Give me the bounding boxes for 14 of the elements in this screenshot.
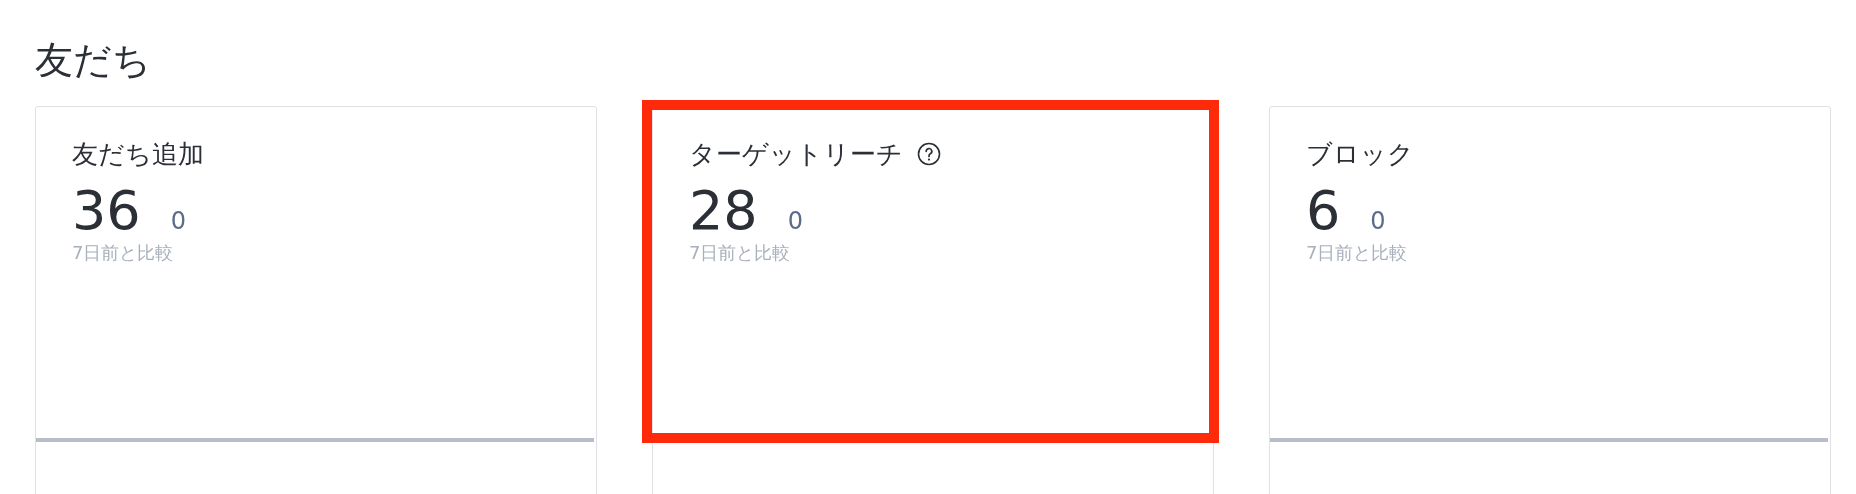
card-label: 友だち追加 [72,137,204,171]
stat-value: 6 [1306,179,1341,242]
comparison-note: 7日前と比較 [1306,241,1408,265]
change-value: 0 [1370,207,1386,235]
card-label: ブロック [1306,137,1414,171]
comparison-note: 7日前と比較 [689,241,791,265]
change-value: 0 [787,207,803,235]
help-icon[interactable] [917,142,941,166]
change-value: 0 [170,207,186,235]
card-label: ターゲットリーチ [689,137,903,171]
comparison-note: 7日前と比較 [72,241,174,265]
stat-value: 28 [689,179,758,242]
section-title: 友だち [35,38,152,84]
stat-value: 36 [72,179,141,242]
